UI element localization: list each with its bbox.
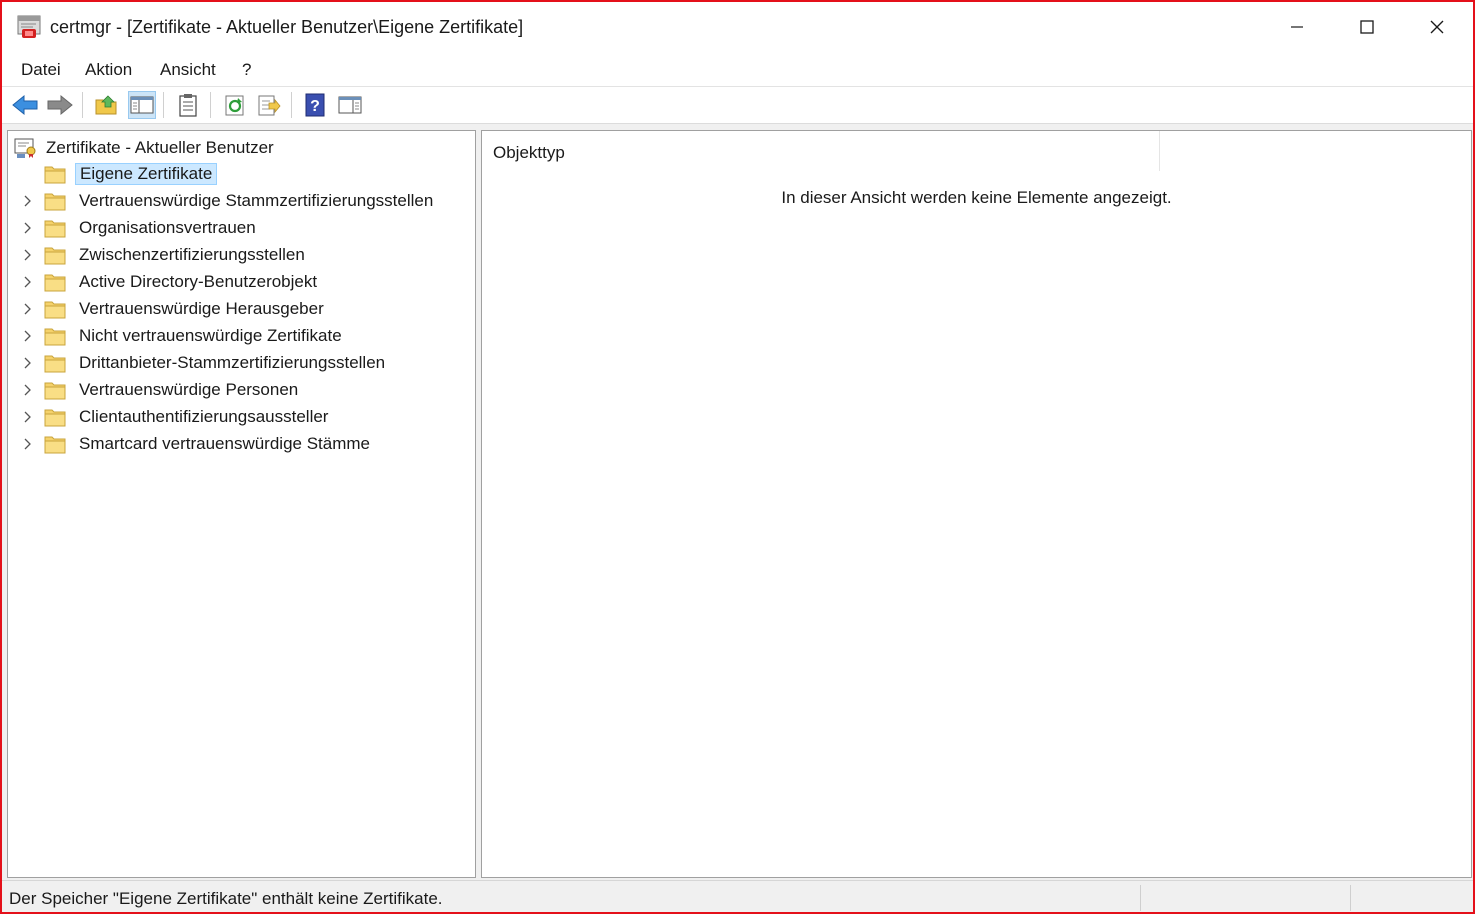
- certificate-store-icon: [14, 138, 36, 158]
- clipboard-button[interactable]: [174, 91, 202, 119]
- export-list-icon: [258, 95, 281, 116]
- folder-icon: [44, 328, 66, 346]
- tree-item-drittanbieter-stammzertifizierungsstellen[interactable]: Drittanbieter-Stammzertifizierungsstelle…: [8, 350, 468, 377]
- folder-icon: [44, 247, 66, 265]
- chevron-right-icon[interactable]: [20, 275, 34, 289]
- tree-item-organisationsvertrauen[interactable]: Organisationsvertrauen: [8, 215, 468, 242]
- certmgr-app-icon: [17, 15, 41, 38]
- chevron-right-icon[interactable]: [20, 329, 34, 343]
- chevron-right-icon[interactable]: [20, 194, 34, 208]
- tree-item-label: Zwischenzertifizierungsstellen: [79, 245, 305, 264]
- chevron-right-icon[interactable]: [20, 302, 34, 316]
- toolbar-separator: [291, 92, 292, 118]
- help-icon: ?: [305, 93, 325, 117]
- tree-item-label: Drittanbieter-Stammzertifizierungsstelle…: [79, 353, 386, 372]
- close-button[interactable]: [1402, 2, 1472, 52]
- tree-item-vertrauenswuerdige-personen[interactable]: Vertrauenswürdige Personen: [8, 377, 468, 404]
- up-one-level-button[interactable]: [92, 91, 120, 119]
- tree-item-smartcard-vertrauenswuerdige-staemme[interactable]: Smartcard vertrauenswürdige Stämme: [8, 431, 468, 458]
- maximize-button[interactable]: [1332, 2, 1402, 52]
- tree-item-label: Smartcard vertrauenswürdige Stämme: [79, 434, 371, 453]
- maximize-icon: [1360, 20, 1374, 34]
- menu-help[interactable]: ?: [242, 60, 251, 80]
- result-list-pane[interactable]: Objekttyp In dieser Ansicht werden keine…: [481, 130, 1472, 878]
- folder-icon: [44, 382, 66, 400]
- show-hide-console-tree-icon: [130, 96, 154, 114]
- tree-item-nicht-vertrauenswuerdige-zertifikate[interactable]: Nicht vertrauenswürdige Zertifikate: [8, 323, 468, 350]
- toolbar-separator: [82, 92, 83, 118]
- tree-item-eigene-zertifikate[interactable]: Eigene Zertifikate: [8, 161, 468, 188]
- tree-root-label: Zertifikate - Aktueller Benutzer: [46, 138, 274, 157]
- chevron-right-icon[interactable]: [20, 410, 34, 424]
- minimize-icon: [1291, 26, 1303, 28]
- tree-item-label: Vertrauenswürdige Personen: [79, 380, 299, 399]
- tree-item-active-directory-benutzerobjekt[interactable]: Active Directory-Benutzerobjekt: [8, 269, 468, 296]
- back-arrow-icon: [12, 94, 38, 116]
- column-header-label: Objekttyp: [493, 143, 565, 162]
- chevron-right-icon[interactable]: [20, 383, 34, 397]
- tree-item-clientauthentifizierungsaussteller[interactable]: Clientauthentifizierungsaussteller: [8, 404, 468, 431]
- forward-button[interactable]: [46, 91, 74, 119]
- title-bar[interactable]: certmgr - [Zertifikate - Aktueller Benut…: [2, 2, 1473, 52]
- help-button[interactable]: ?: [301, 91, 329, 119]
- svg-text:?: ?: [310, 98, 320, 115]
- tree-item-label: Vertrauenswürdige Stammzertifizierungsst…: [79, 191, 434, 210]
- menu-aktion[interactable]: Aktion: [85, 60, 132, 80]
- tree-item-label: Active Directory-Benutzerobjekt: [79, 272, 318, 291]
- empty-list-message: In dieser Ansicht werden keine Elemente …: [781, 188, 1172, 207]
- show-hide-console-tree-button[interactable]: [128, 91, 156, 119]
- menu-datei[interactable]: Datei: [21, 60, 61, 80]
- chevron-right-icon[interactable]: [20, 248, 34, 262]
- minimize-button[interactable]: [1262, 2, 1332, 52]
- column-header-objekttyp[interactable]: Objekttyp: [482, 131, 1160, 171]
- tree-item-label: Nicht vertrauenswürdige Zertifikate: [79, 326, 342, 345]
- forward-arrow-icon: [47, 94, 73, 116]
- status-bar-divider: [1350, 885, 1351, 911]
- show-hide-action-pane-button[interactable]: [336, 91, 364, 119]
- tree-item-vertrauenswuerdige-stammzertifizierungsstellen[interactable]: Vertrauenswürdige Stammzertifizierungsst…: [8, 188, 468, 215]
- toolbar-separator: [210, 92, 211, 118]
- folder-icon: [44, 409, 66, 427]
- show-hide-action-pane-icon: [338, 96, 362, 114]
- status-bar: Der Speicher "Eigene Zertifikate" enthäl…: [2, 880, 1473, 912]
- tree-item-vertrauenswuerdige-herausgeber[interactable]: Vertrauenswürdige Herausgeber: [8, 296, 468, 323]
- folder-icon: [44, 355, 66, 373]
- folder-icon: [44, 166, 66, 184]
- tree-item-zwischenzertifizierungsstellen[interactable]: Zwischenzertifizierungsstellen: [8, 242, 468, 269]
- refresh-icon: [225, 95, 244, 116]
- status-text: Der Speicher "Eigene Zertifikate" enthäl…: [9, 889, 443, 908]
- chevron-right-icon[interactable]: [20, 221, 34, 235]
- chevron-right-icon[interactable]: [20, 356, 34, 370]
- tree-item-label: Vertrauenswürdige Herausgeber: [79, 299, 324, 318]
- tree-item-label: Eigene Zertifikate: [75, 163, 218, 185]
- window-title: certmgr - [Zertifikate - Aktueller Benut…: [50, 17, 524, 37]
- back-button[interactable]: [11, 91, 39, 119]
- menu-bar: Datei Aktion Ansicht ?: [2, 52, 1473, 87]
- clipboard-icon: [179, 94, 197, 117]
- console-tree-pane: Zertifikate - Aktueller Benutzer Eigene …: [7, 130, 476, 878]
- tree-item-label: Clientauthentifizierungsaussteller: [79, 407, 329, 426]
- folder-icon: [44, 220, 66, 238]
- toolbar-separator: [163, 92, 164, 118]
- export-list-button[interactable]: [255, 91, 283, 119]
- tree-root-item[interactable]: Zertifikate - Aktueller Benutzer: [14, 137, 274, 159]
- tree-item-label: Organisationsvertrauen: [79, 218, 256, 237]
- status-bar-divider: [1140, 885, 1141, 911]
- folder-icon: [44, 436, 66, 454]
- chevron-right-icon[interactable]: [20, 437, 34, 451]
- refresh-button[interactable]: [221, 91, 249, 119]
- folder-icon: [44, 193, 66, 211]
- toolbar: ?: [2, 87, 1473, 124]
- folder-icon: [44, 301, 66, 319]
- folder-icon: [44, 274, 66, 292]
- close-icon: [1430, 20, 1444, 34]
- up-folder-icon: [95, 95, 117, 115]
- menu-ansicht[interactable]: Ansicht: [160, 60, 216, 80]
- certmgr-window: certmgr - [Zertifikate - Aktueller Benut…: [0, 0, 1475, 914]
